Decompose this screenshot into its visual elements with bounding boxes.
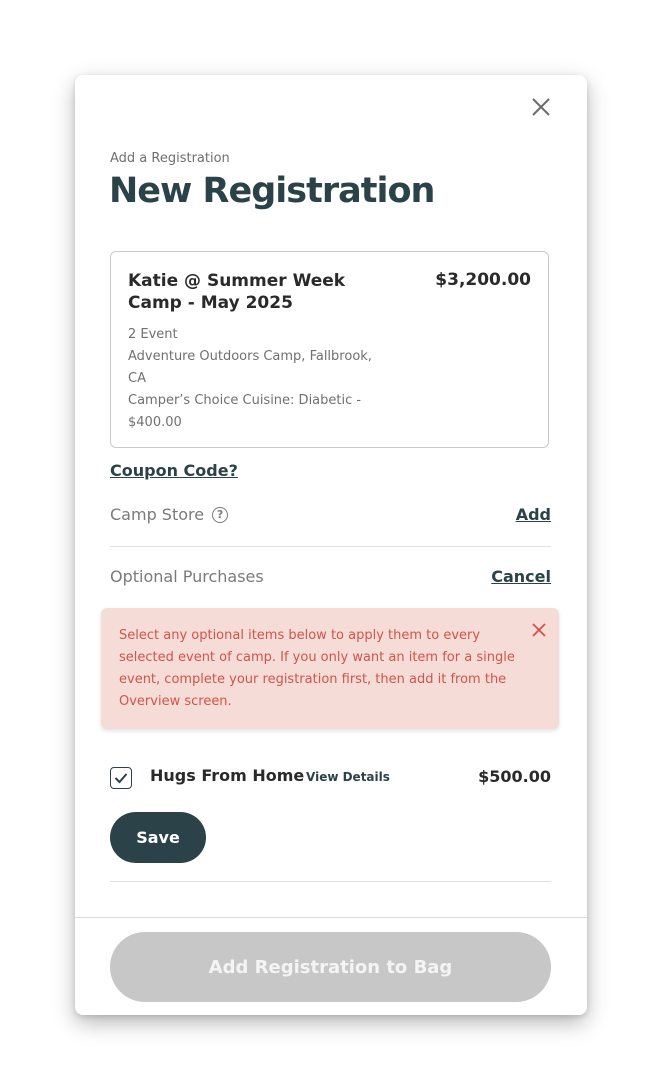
- registration-detail-location: Adventure Outdoors Camp, Fallbrook, CA: [128, 349, 372, 386]
- footer-divider: [75, 917, 587, 918]
- modal-eyebrow: Add a Registration: [110, 151, 230, 166]
- close-button[interactable]: [530, 96, 552, 118]
- camp-store-row: Camp Store ?: [110, 505, 229, 524]
- registration-card: Katie @ Summer Week Camp - May 2025 $3,2…: [110, 251, 549, 448]
- optional-purchases-label: Optional Purchases: [110, 567, 264, 586]
- registration-detail-meal: Camper’s Choice Cuisine: Diabetic - $400…: [128, 393, 362, 430]
- camp-store-label: Camp Store: [110, 505, 205, 524]
- close-icon[interactable]: [531, 622, 547, 638]
- coupon-code-link[interactable]: Coupon Code?: [110, 461, 238, 480]
- page-title: New Registration: [109, 171, 435, 211]
- registration-modal: Add a Registration New Registration Kati…: [75, 75, 587, 1015]
- optional-item-price: $500.00: [478, 767, 551, 786]
- registration-name: Katie @ Summer Week Camp - May 2025: [128, 271, 346, 313]
- add-registration-to-bag-button[interactable]: Add Registration to Bag: [110, 932, 551, 1002]
- close-icon: [532, 98, 550, 116]
- checkmark-icon: [114, 773, 128, 784]
- optional-purchases-cancel-link[interactable]: Cancel: [491, 567, 551, 586]
- alert-message: Select any optional items below to apply…: [119, 628, 515, 709]
- optional-item-checkbox[interactable]: [110, 767, 132, 789]
- optional-item-row: Hugs From Home View Details $500.00: [110, 765, 551, 791]
- registration-detail-events: 2 Event: [128, 327, 178, 342]
- save-button[interactable]: Save: [110, 812, 206, 863]
- view-details-link[interactable]: View Details: [306, 770, 390, 784]
- divider: [110, 546, 551, 547]
- registration-details: 2 Event Adventure Outdoors Camp, Fallbro…: [128, 324, 393, 434]
- optional-item-name: Hugs From Home: [150, 766, 305, 785]
- optional-purchases-row: Optional Purchases: [110, 567, 264, 586]
- info-alert: Select any optional items below to apply…: [101, 608, 559, 729]
- question-circle-icon[interactable]: ?: [212, 506, 229, 523]
- divider: [110, 881, 551, 882]
- camp-store-add-link[interactable]: Add: [516, 505, 551, 524]
- registration-price: $3,200.00: [435, 270, 531, 290]
